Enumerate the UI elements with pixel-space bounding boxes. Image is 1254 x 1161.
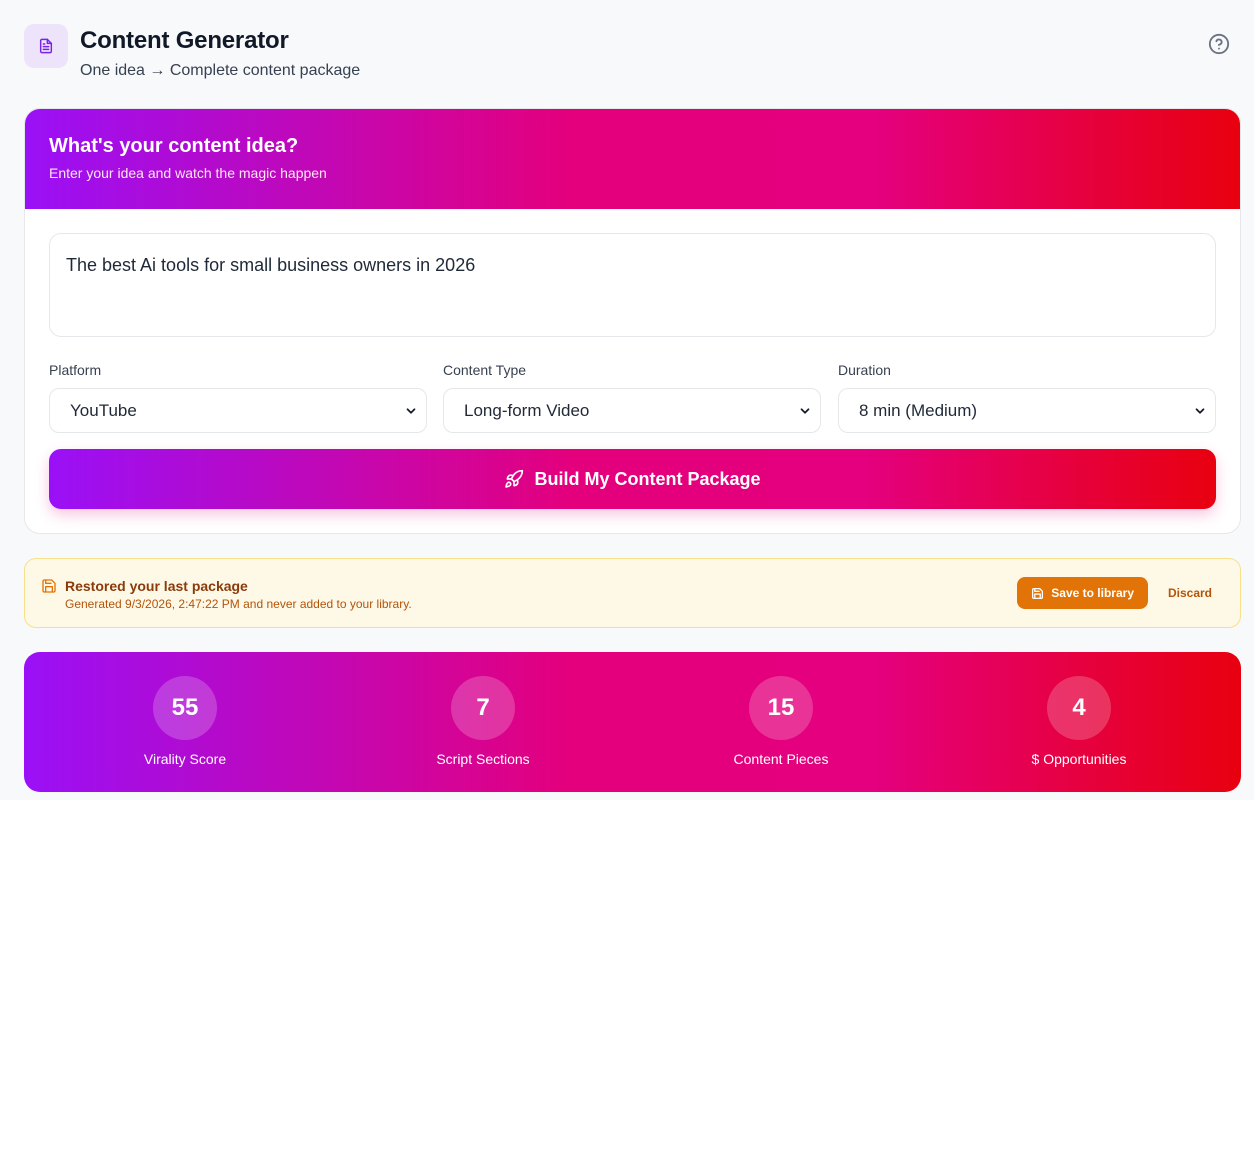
duration-label: Duration	[838, 362, 891, 378]
save-icon	[1032, 587, 1044, 599]
stat-value: 7	[451, 676, 515, 740]
stat-label: Virality Score	[143, 751, 227, 767]
stat-value: 55	[153, 676, 217, 740]
content-type-field: Content Type Long-form Video	[443, 362, 821, 433]
duration-value: 8 min (Medium)	[859, 400, 978, 420]
document-icon	[39, 38, 53, 54]
stat-label: Script Sections	[436, 751, 530, 767]
content-type-select[interactable]: Long-form Video	[443, 388, 821, 433]
duration-field: Duration 8 min (Medium)	[838, 362, 1216, 433]
chevron-down-icon	[1195, 408, 1205, 414]
platform-select[interactable]: YouTube	[49, 388, 427, 433]
stat-virality-score: 55 Virality Score	[85, 676, 285, 767]
platform-value: YouTube	[70, 400, 137, 420]
stat-value: 4	[1047, 676, 1111, 740]
stat-content-pieces: 15 Content Pieces	[681, 676, 881, 767]
app-root: Content Generator One idea → Complete co…	[0, 0, 1254, 800]
chevron-down-icon	[800, 408, 810, 414]
idea-heading: What's your content idea?	[49, 135, 299, 157]
content-type-value: Long-form Video	[464, 400, 590, 420]
restore-title: Restored your last package	[65, 578, 248, 594]
platform-field: Platform YouTube	[49, 362, 427, 433]
idea-card-header: What's your content idea? Enter your ide…	[25, 109, 1240, 209]
idea-subheading: Enter your idea and watch the magic happ…	[49, 165, 327, 181]
logo-badge	[24, 24, 68, 68]
rocket-icon	[505, 469, 524, 488]
restored-package-banner: Restored your last package Generated 9/3…	[24, 558, 1241, 628]
stat-label: $ Opportunities	[1031, 751, 1127, 767]
stat-script-sections: 7 Script Sections	[383, 676, 583, 767]
build-package-label: Build My Content Package	[534, 468, 761, 489]
discard-button[interactable]: Discard	[1156, 577, 1224, 609]
page-header: Content Generator One idea → Complete co…	[24, 24, 1230, 84]
stat-value: 15	[749, 676, 813, 740]
duration-select[interactable]: 8 min (Medium)	[838, 388, 1216, 433]
page-subtitle: One idea → Complete content package	[80, 62, 361, 79]
stat-label: Content Pieces	[733, 751, 829, 767]
save-to-library-label: Save to library	[1051, 586, 1134, 600]
chevron-down-icon	[406, 408, 416, 414]
save-to-library-button[interactable]: Save to library	[1017, 577, 1148, 609]
restore-subtitle: Generated 9/3/2026, 2:47:22 PM and never…	[65, 597, 412, 611]
stats-panel: 55 Virality Score 7 Script Sections 15 C…	[24, 652, 1241, 792]
build-package-button[interactable]: Build My Content Package	[49, 449, 1216, 509]
idea-input[interactable]: The best Ai tools for small business own…	[49, 233, 1216, 337]
platform-label: Platform	[49, 362, 102, 378]
content-type-label: Content Type	[443, 362, 527, 378]
stat-opportunities: 4 $ Opportunities	[979, 676, 1179, 767]
idea-card: What's your content idea? Enter your ide…	[24, 108, 1241, 534]
page-title: Content Generator	[80, 27, 289, 54]
help-circle-icon[interactable]	[1208, 33, 1230, 55]
save-icon	[42, 579, 56, 593]
